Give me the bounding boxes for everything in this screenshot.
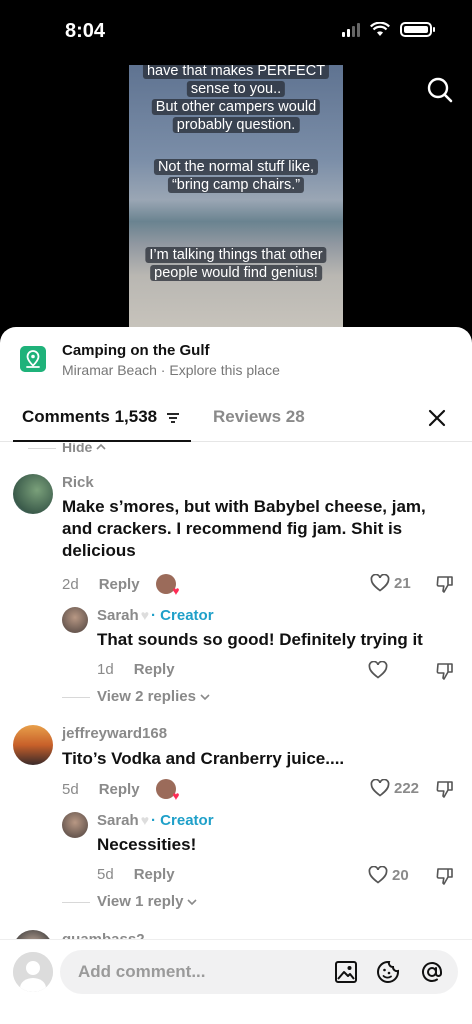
comment-input[interactable]: Add comment...: [60, 950, 458, 994]
reply-button[interactable]: Reply: [99, 576, 140, 593]
comments-sheet: Camping on the Gulf Miramar Beach · Expl…: [0, 327, 472, 1024]
like-button[interactable]: 222: [370, 779, 419, 797]
chevron-up-icon: [96, 443, 106, 450]
avatar[interactable]: [62, 607, 88, 633]
video-caption: I’m talking things that other: [145, 247, 327, 263]
dislike-icon[interactable]: [435, 661, 455, 681]
reply-text: Necessities!: [97, 835, 197, 854]
status-bar: 8:04: [0, 0, 472, 60]
video-caption: But other campers would: [151, 99, 321, 115]
comment-placeholder: Add comment...: [78, 962, 206, 981]
video-caption: “bring camp chairs.”: [167, 177, 305, 193]
reply-age: 5d: [97, 866, 114, 883]
creator-liked-avatar: [155, 574, 180, 598]
mention-icon[interactable]: [420, 960, 444, 984]
active-tab-indicator: [13, 440, 191, 442]
cellular-signal-icon: [342, 22, 360, 37]
comment-age: 2d: [62, 575, 79, 593]
chevron-down-icon: [200, 693, 210, 700]
place-header[interactable]: Camping on the Gulf Miramar Beach · Expl…: [0, 327, 472, 387]
heart-icon[interactable]: [368, 661, 388, 679]
search-icon[interactable]: [426, 76, 454, 104]
chevron-down-icon: [187, 898, 198, 905]
white-heart-icon: ♥: [140, 607, 150, 623]
heart-icon: [368, 866, 388, 884]
comment-text: Make s’mores, but with Babybel cheese, j…: [62, 497, 426, 560]
video-caption: probably question.: [172, 117, 300, 133]
like-button[interactable]: 20: [368, 866, 409, 884]
sort-icon[interactable]: [166, 412, 180, 424]
reply-button[interactable]: Reply: [134, 866, 175, 883]
dislike-icon[interactable]: [435, 779, 455, 799]
user-avatar[interactable]: [13, 952, 53, 992]
video-caption: have that makes PERFECT: [142, 65, 330, 79]
reply-button[interactable]: Reply: [134, 661, 175, 678]
view-replies-button[interactable]: View 2 replies: [62, 688, 211, 705]
wifi-icon: [370, 22, 390, 36]
dislike-icon[interactable]: [435, 574, 455, 594]
location-pin-icon: [20, 346, 46, 372]
place-title: Camping on the Gulf: [62, 342, 210, 359]
like-count: 20: [392, 866, 409, 884]
reply-meta: 5d Reply: [97, 866, 175, 883]
like-button[interactable]: 21: [370, 574, 411, 592]
place-subtitle[interactable]: Miramar Beach · Explore this place: [62, 362, 280, 378]
video-caption: Not the normal stuff like,: [153, 159, 319, 175]
comment-list[interactable]: Hide Rick Make s’mores, but with Babybel…: [0, 443, 472, 943]
avatar[interactable]: [62, 812, 88, 838]
comment-meta: 5d Reply: [62, 779, 180, 803]
reply-age: 1d: [97, 661, 114, 678]
reply-author[interactable]: Sarah ♥ · Creator: [97, 812, 214, 829]
reply-author[interactable]: Sarah ♥ · Creator: [97, 607, 214, 624]
tab-reviews[interactable]: Reviews 28: [213, 407, 305, 427]
heart-icon: [370, 779, 390, 797]
video-preview[interactable]: have that makes PERFECT sense to you.. B…: [129, 65, 343, 335]
battery-icon: [400, 22, 435, 37]
default-avatar-icon: [13, 952, 53, 992]
reply-text: That sounds so good! Definitely trying i…: [97, 630, 423, 649]
hide-replies-button[interactable]: Hide: [28, 443, 107, 455]
reply-meta: 1d Reply: [97, 661, 175, 678]
dislike-icon[interactable]: [435, 866, 455, 886]
creator-liked-avatar: [155, 779, 180, 803]
video-caption: sense to you..: [186, 81, 286, 97]
tab-comments-label: Comments 1,538: [22, 407, 158, 426]
heart-icon: [370, 574, 390, 592]
like-count: 222: [394, 779, 420, 797]
creator-badge: · Creator: [151, 607, 214, 624]
close-icon[interactable]: [428, 409, 446, 427]
reply-button[interactable]: Reply: [99, 781, 140, 798]
comment-text: Tito’s Vodka and Cranberry juice....: [62, 749, 345, 768]
view-replies-button[interactable]: View 1 reply: [62, 893, 198, 910]
comment-author[interactable]: Rick: [62, 474, 94, 491]
comment-composer: Add comment...: [0, 939, 472, 1024]
tab-comments[interactable]: Comments 1,538: [22, 407, 180, 427]
video-caption: people would find genius!: [150, 265, 322, 281]
avatar[interactable]: [13, 474, 53, 514]
emoji-sticker-icon[interactable]: [376, 960, 400, 984]
tab-bar: Comments 1,538 Reviews 28: [0, 397, 472, 442]
creator-badge: · Creator: [151, 812, 214, 829]
image-icon[interactable]: [334, 960, 358, 984]
avatar[interactable]: [13, 725, 53, 765]
like-count: 21: [394, 574, 411, 592]
comment-author[interactable]: jeffreyward168: [62, 725, 167, 742]
white-heart-icon: ♥: [140, 812, 150, 828]
comment-age: 5d: [62, 780, 79, 798]
comment-meta: 2d Reply: [62, 574, 180, 598]
clock: 8:04: [65, 20, 106, 42]
